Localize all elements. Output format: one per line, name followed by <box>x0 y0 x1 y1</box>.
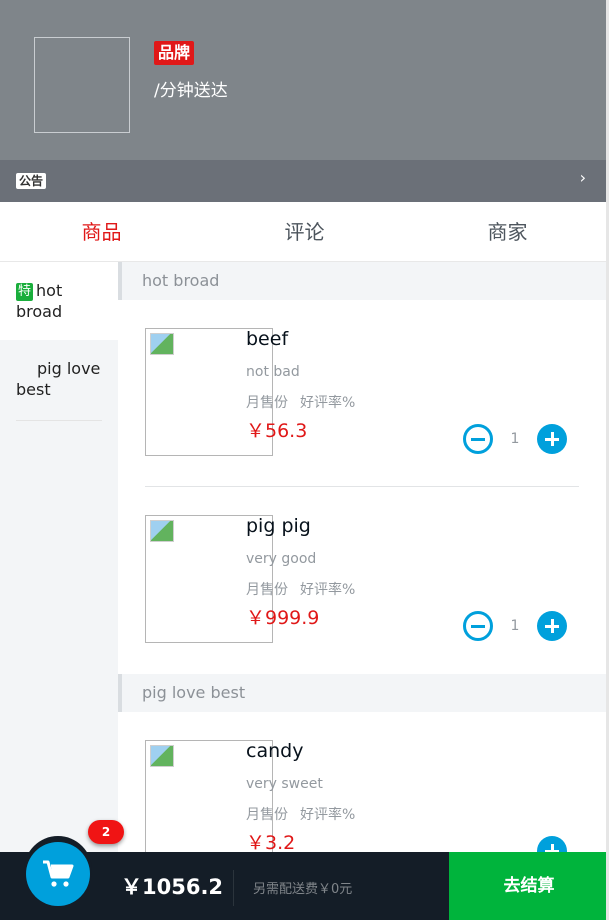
menu-item-label: pig love best <box>16 359 101 399</box>
food-item[interactable]: beef not bad 月售份 好评率% ￥56.3 1 <box>145 300 579 487</box>
cart-control <box>537 836 567 852</box>
rating-rate: 好评率% <box>300 582 356 598</box>
food-extra: 月售份 好评率% <box>246 392 355 412</box>
cart-icon <box>43 860 74 887</box>
checkout-button[interactable]: 去结算 <box>449 852 609 920</box>
broken-image-icon <box>150 333 174 355</box>
sales-count: 月售份 <box>246 807 288 823</box>
item-count: 1 <box>510 618 520 634</box>
category-menu: 特 hot broad pig love best <box>0 262 118 852</box>
food-description: very good <box>246 551 317 567</box>
notice-tag: 公告 <box>16 173 47 189</box>
broken-image-icon <box>150 745 174 767</box>
sales-count: 月售份 <box>246 395 288 411</box>
delivery-fee: 另需配送费￥0元 <box>253 882 353 897</box>
divider <box>233 870 234 906</box>
cart-control: 1 <box>463 611 567 641</box>
delivery-time: /分钟送达 <box>154 81 228 101</box>
food-price: ￥999.9 <box>246 607 320 629</box>
item-count: 1 <box>510 431 520 447</box>
food-name: pig pig <box>246 515 311 537</box>
food-description: not bad <box>246 364 300 380</box>
food-list[interactable]: hot broad beef not bad 月售份 好评率% ￥56.3 1 p… <box>118 262 606 852</box>
decrease-button[interactable] <box>463 611 493 641</box>
increase-button[interactable] <box>537 836 567 852</box>
rating-rate: 好评率% <box>300 395 356 411</box>
notice-bar[interactable]: 公告 › <box>0 160 609 202</box>
decrease-button[interactable] <box>463 424 493 454</box>
tab-goods[interactable]: 商品 <box>0 202 203 261</box>
cart-logo-wrapper[interactable]: 2 <box>24 820 124 906</box>
tab-ratings[interactable]: 评论 <box>203 202 406 261</box>
food-extra: 月售份 好评率% <box>246 804 355 824</box>
food-item[interactable]: candy very sweet 月售份 好评率% ￥3.2 <box>145 712 579 852</box>
increase-button[interactable] <box>537 424 567 454</box>
section-title: pig love best <box>118 674 606 712</box>
food-item[interactable]: pig pig very good 月售份 好评率% ￥999.9 1 <box>145 487 579 674</box>
food-name: candy <box>246 740 304 762</box>
food-name: beef <box>246 328 289 350</box>
chevron-right-icon[interactable]: › <box>580 168 586 187</box>
increase-button[interactable] <box>537 611 567 641</box>
menu-item-hot-broad[interactable]: 特 hot broad <box>0 262 118 340</box>
brand-badge: 品牌 <box>154 41 195 65</box>
food-price: ￥3.2 <box>246 832 296 852</box>
shopcart-bar: 2 ￥1056.2 另需配送费￥0元 去结算 <box>0 820 609 920</box>
shop-logo <box>34 37 130 133</box>
food-extra: 月售份 好评率% <box>246 579 355 599</box>
cart-count-badge: 2 <box>88 820 124 844</box>
cart-control: 1 <box>463 424 567 454</box>
tab-bar: 商品 评论 商家 <box>0 202 609 262</box>
sales-count: 月售份 <box>246 582 288 598</box>
menu-item-pig-love-best[interactable]: pig love best <box>0 340 118 421</box>
section-title: hot broad <box>118 262 606 300</box>
cart-button[interactable] <box>26 842 90 906</box>
shop-header: 品牌 /分钟送达 公告 › <box>0 0 609 202</box>
broken-image-icon <box>150 520 174 542</box>
cart-total-price: ￥1056.2 <box>121 875 224 899</box>
food-price: ￥56.3 <box>246 420 308 442</box>
rating-rate: 好评率% <box>300 807 356 823</box>
tab-seller[interactable]: 商家 <box>406 202 609 261</box>
food-description: very sweet <box>246 776 323 792</box>
special-tag-icon: 特 <box>16 283 34 301</box>
